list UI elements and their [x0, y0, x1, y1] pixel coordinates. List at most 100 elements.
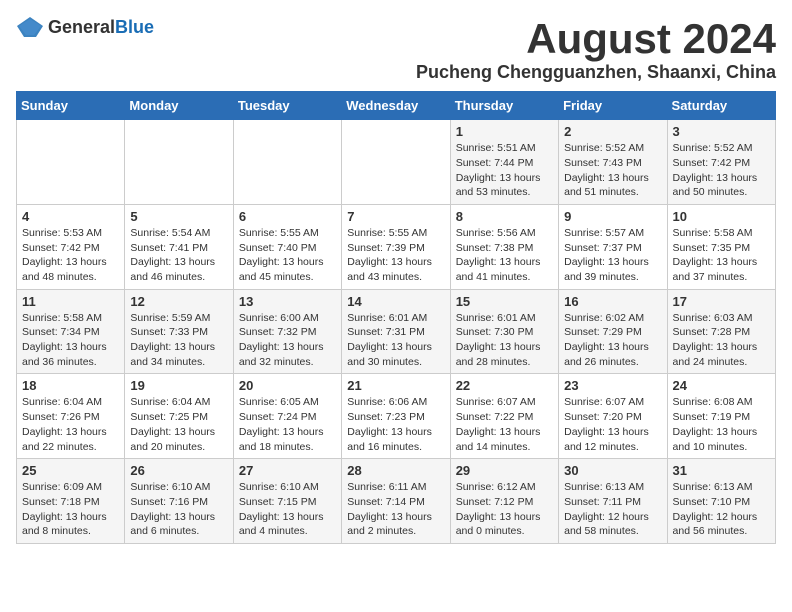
day-number: 18	[22, 378, 119, 393]
day-info: Sunrise: 6:04 AM Sunset: 7:26 PM Dayligh…	[22, 395, 119, 454]
day-info: Sunrise: 6:02 AM Sunset: 7:29 PM Dayligh…	[564, 311, 661, 370]
day-info: Sunrise: 5:55 AM Sunset: 7:40 PM Dayligh…	[239, 226, 336, 285]
day-info: Sunrise: 5:54 AM Sunset: 7:41 PM Dayligh…	[130, 226, 227, 285]
day-number: 11	[22, 294, 119, 309]
day-number: 12	[130, 294, 227, 309]
day-number: 4	[22, 209, 119, 224]
day-info: Sunrise: 5:57 AM Sunset: 7:37 PM Dayligh…	[564, 226, 661, 285]
calendar-cell: 30 Sunrise: 6:13 AM Sunset: 7:11 PM Dayli…	[559, 459, 667, 544]
day-number: 24	[673, 378, 770, 393]
day-info: Sunrise: 5:55 AM Sunset: 7:39 PM Dayligh…	[347, 226, 444, 285]
calendar-cell: 3Sunrise: 5:52 AM Sunset: 7:42 PM Daylig…	[667, 120, 775, 205]
day-info: Sunrise: 6:09 AM Sunset: 7:18 PM Dayligh…	[22, 480, 119, 539]
day-number: 16	[564, 294, 661, 309]
calendar-cell: 25Sunrise: 6:09 AM Sunset: 7:18 PM Dayli…	[17, 459, 125, 544]
calendar-table: SundayMondayTuesdayWednesdayThursdayFrid…	[16, 91, 776, 544]
calendar-cell: 10Sunrise: 5:58 AM Sunset: 7:35 PM Dayli…	[667, 204, 775, 289]
day-number: 26	[130, 463, 227, 478]
calendar-cell: 31Sunrise: 6:13 AM Sunset: 7:10 PM Dayli…	[667, 459, 775, 544]
day-info: Sunrise: 6:03 AM Sunset: 7:28 PM Dayligh…	[673, 311, 770, 370]
weekday-header-friday: Friday	[559, 92, 667, 120]
day-number: 21	[347, 378, 444, 393]
calendar-cell: 17 Sunrise: 6:03 AM Sunset: 7:28 PM Dayli…	[667, 289, 775, 374]
calendar-cell: 28Sunrise: 6:11 AM Sunset: 7:14 PM Dayli…	[342, 459, 450, 544]
page-title: August 2024	[416, 16, 776, 62]
calendar-cell: 5 Sunrise: 5:54 AM Sunset: 7:41 PM Daylig…	[125, 204, 233, 289]
day-number: 10	[673, 209, 770, 224]
calendar-cell: 26 Sunrise: 6:10 AM Sunset: 7:16 PM Dayli…	[125, 459, 233, 544]
calendar-week-row: 18 Sunrise: 6:04 AM Sunset: 7:26 PM Dayli…	[17, 374, 776, 459]
day-info: Sunrise: 6:06 AM Sunset: 7:23 PM Dayligh…	[347, 395, 444, 454]
logo-icon	[16, 16, 44, 38]
calendar-cell: 27Sunrise: 6:10 AM Sunset: 7:15 PM Dayli…	[233, 459, 341, 544]
day-number: 9	[564, 209, 661, 224]
day-info: Sunrise: 6:01 AM Sunset: 7:31 PM Dayligh…	[347, 311, 444, 370]
calendar-cell: 22Sunrise: 6:07 AM Sunset: 7:22 PM Dayli…	[450, 374, 558, 459]
weekday-header-saturday: Saturday	[667, 92, 775, 120]
calendar-cell: 21 Sunrise: 6:06 AM Sunset: 7:23 PM Dayli…	[342, 374, 450, 459]
day-info: Sunrise: 5:53 AM Sunset: 7:42 PM Dayligh…	[22, 226, 119, 285]
day-number: 20	[239, 378, 336, 393]
calendar-cell: 11Sunrise: 5:58 AM Sunset: 7:34 PM Dayli…	[17, 289, 125, 374]
weekday-header-thursday: Thursday	[450, 92, 558, 120]
header: General Blue August 2024 Pucheng Chenggu…	[16, 16, 776, 83]
calendar-week-row: 25Sunrise: 6:09 AM Sunset: 7:18 PM Dayli…	[17, 459, 776, 544]
calendar-cell: 14 Sunrise: 6:01 AM Sunset: 7:31 PM Dayli…	[342, 289, 450, 374]
day-info: Sunrise: 6:10 AM Sunset: 7:15 PM Dayligh…	[239, 480, 336, 539]
day-number: 2	[564, 124, 661, 139]
day-number: 14	[347, 294, 444, 309]
day-info: Sunrise: 6:13 AM Sunset: 7:10 PM Dayligh…	[673, 480, 770, 539]
day-info: Sunrise: 5:52 AM Sunset: 7:43 PM Dayligh…	[564, 141, 661, 200]
calendar-week-row: 1 Sunrise: 5:51 AM Sunset: 7:44 PM Daylig…	[17, 120, 776, 205]
calendar-cell: 29Sunrise: 6:12 AM Sunset: 7:12 PM Dayli…	[450, 459, 558, 544]
day-number: 3	[673, 124, 770, 139]
calendar-cell	[17, 120, 125, 205]
weekday-header-sunday: Sunday	[17, 92, 125, 120]
day-info: Sunrise: 5:59 AM Sunset: 7:33 PM Dayligh…	[130, 311, 227, 370]
calendar-cell: 9 Sunrise: 5:57 AM Sunset: 7:37 PM Daylig…	[559, 204, 667, 289]
day-number: 17	[673, 294, 770, 309]
logo: General Blue	[16, 16, 154, 38]
calendar-cell: 20 Sunrise: 6:05 AM Sunset: 7:24 PM Dayli…	[233, 374, 341, 459]
day-info: Sunrise: 6:13 AM Sunset: 7:11 PM Dayligh…	[564, 480, 661, 539]
calendar-cell: 2 Sunrise: 5:52 AM Sunset: 7:43 PM Daylig…	[559, 120, 667, 205]
weekday-header-tuesday: Tuesday	[233, 92, 341, 120]
calendar-week-row: 4 Sunrise: 5:53 AM Sunset: 7:42 PM Daylig…	[17, 204, 776, 289]
day-number: 19	[130, 378, 227, 393]
day-number: 30	[564, 463, 661, 478]
day-number: 28	[347, 463, 444, 478]
day-info: Sunrise: 6:00 AM Sunset: 7:32 PM Dayligh…	[239, 311, 336, 370]
day-info: Sunrise: 5:56 AM Sunset: 7:38 PM Dayligh…	[456, 226, 553, 285]
calendar-cell: 7 Sunrise: 5:55 AM Sunset: 7:39 PM Daylig…	[342, 204, 450, 289]
calendar-cell: 1 Sunrise: 5:51 AM Sunset: 7:44 PM Daylig…	[450, 120, 558, 205]
weekday-header-wednesday: Wednesday	[342, 92, 450, 120]
day-number: 5	[130, 209, 227, 224]
page-subtitle: Pucheng Chengguanzhen, Shaanxi, China	[416, 62, 776, 83]
day-number: 23	[564, 378, 661, 393]
day-number: 1	[456, 124, 553, 139]
day-info: Sunrise: 6:01 AM Sunset: 7:30 PM Dayligh…	[456, 311, 553, 370]
day-number: 22	[456, 378, 553, 393]
calendar-cell: 8Sunrise: 5:56 AM Sunset: 7:38 PM Daylig…	[450, 204, 558, 289]
title-area: August 2024 Pucheng Chengguanzhen, Shaan…	[416, 16, 776, 83]
day-info: Sunrise: 6:10 AM Sunset: 7:16 PM Dayligh…	[130, 480, 227, 539]
calendar-cell: 19 Sunrise: 6:04 AM Sunset: 7:25 PM Dayli…	[125, 374, 233, 459]
day-info: Sunrise: 6:07 AM Sunset: 7:20 PM Dayligh…	[564, 395, 661, 454]
calendar-cell: 6 Sunrise: 5:55 AM Sunset: 7:40 PM Daylig…	[233, 204, 341, 289]
day-number: 29	[456, 463, 553, 478]
day-info: Sunrise: 6:05 AM Sunset: 7:24 PM Dayligh…	[239, 395, 336, 454]
calendar-cell	[125, 120, 233, 205]
calendar-cell: 12 Sunrise: 5:59 AM Sunset: 7:33 PM Dayli…	[125, 289, 233, 374]
day-info: Sunrise: 6:04 AM Sunset: 7:25 PM Dayligh…	[130, 395, 227, 454]
day-info: Sunrise: 5:51 AM Sunset: 7:44 PM Dayligh…	[456, 141, 553, 200]
calendar-week-row: 11Sunrise: 5:58 AM Sunset: 7:34 PM Dayli…	[17, 289, 776, 374]
calendar-cell: 4 Sunrise: 5:53 AM Sunset: 7:42 PM Daylig…	[17, 204, 125, 289]
day-number: 7	[347, 209, 444, 224]
calendar-cell: 13Sunrise: 6:00 AM Sunset: 7:32 PM Dayli…	[233, 289, 341, 374]
day-number: 15	[456, 294, 553, 309]
day-number: 6	[239, 209, 336, 224]
logo-blue: Blue	[115, 17, 154, 38]
calendar-cell: 15 Sunrise: 6:01 AM Sunset: 7:30 PM Dayli…	[450, 289, 558, 374]
logo-general: General	[48, 17, 115, 38]
calendar-cell	[233, 120, 341, 205]
